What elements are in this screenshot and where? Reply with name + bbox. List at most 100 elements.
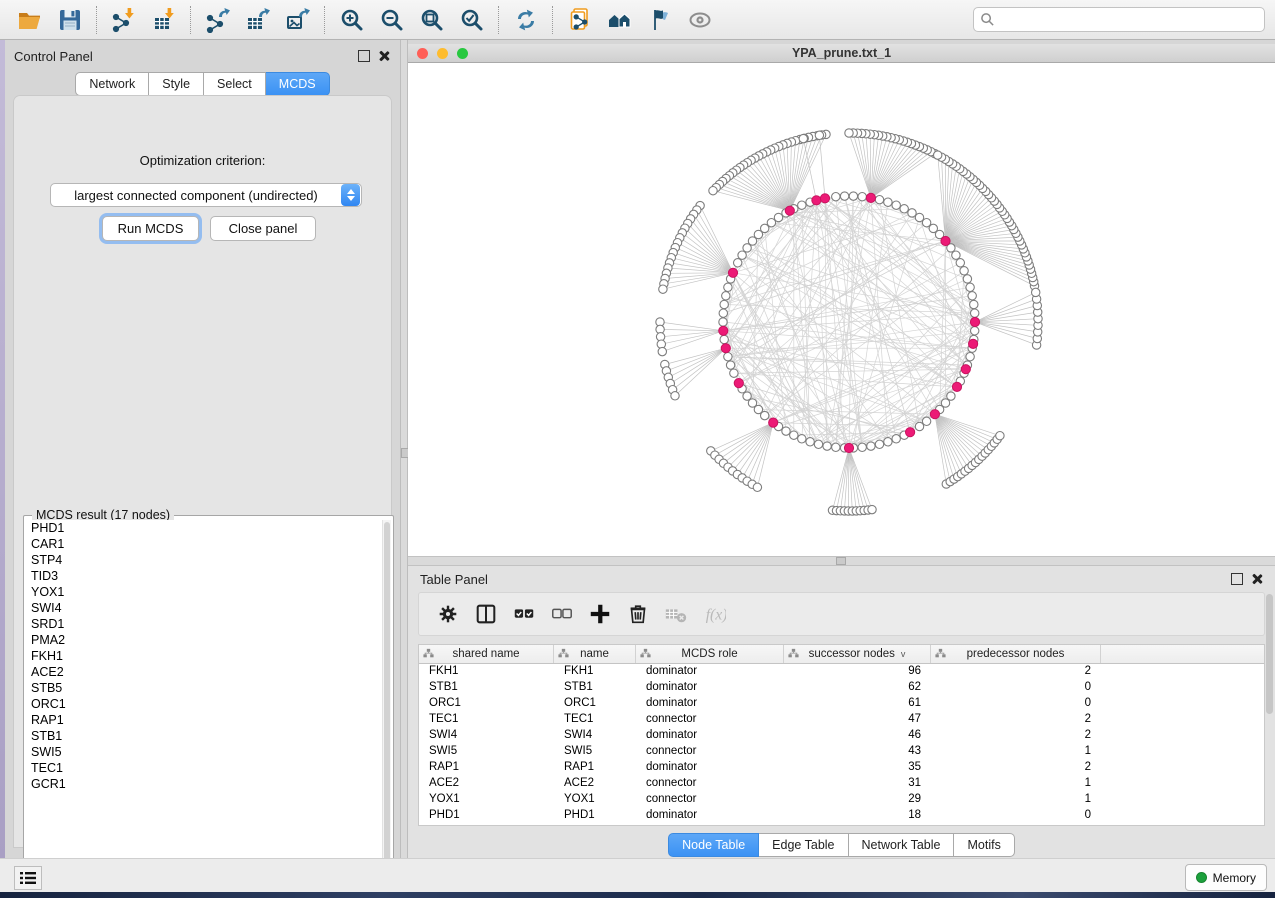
column-header-name[interactable]: name (554, 645, 636, 663)
cell-MCDS-role[interactable]: connector (636, 776, 784, 792)
mcds-result-item[interactable]: RAP1 (26, 712, 383, 728)
table-row[interactable]: ORC1ORC1dominator610 (419, 696, 1264, 712)
mcds-result-item[interactable]: ORC1 (26, 696, 383, 712)
open-file-button[interactable] (10, 4, 50, 36)
table-row[interactable]: STB1STB1dominator620 (419, 680, 1264, 696)
table-row[interactable]: TEC1TEC1connector472 (419, 712, 1264, 728)
mcds-result-item[interactable]: STB1 (26, 728, 383, 744)
cell-successor-nodes[interactable]: 62 (784, 680, 931, 696)
search-input[interactable] (995, 12, 1258, 28)
network-canvas[interactable] (408, 63, 1275, 556)
mcds-result-item[interactable]: FKH1 (26, 648, 383, 664)
cell-successor-nodes[interactable]: 46 (784, 728, 931, 744)
cell-name[interactable]: SWI5 (554, 744, 636, 760)
cell-shared-name[interactable]: STB1 (419, 680, 554, 696)
cell-name[interactable]: ACE2 (554, 776, 636, 792)
cell-shared-name[interactable]: ACE2 (419, 776, 554, 792)
export-network-button[interactable] (198, 4, 238, 36)
mcds-result-item[interactable]: YOX1 (26, 584, 383, 600)
cell-successor-nodes[interactable]: 35 (784, 760, 931, 776)
close-panel-icon[interactable] (378, 50, 390, 62)
tab-network[interactable]: Network (75, 72, 149, 96)
trash-button[interactable] (621, 597, 655, 631)
select-all-button[interactable] (507, 597, 541, 631)
cell-predecessor-nodes[interactable]: 1 (931, 744, 1101, 760)
mcds-result-item[interactable]: ACE2 (26, 664, 383, 680)
splitter-knob[interactable] (836, 557, 846, 565)
cell-name[interactable]: FKH1 (554, 664, 636, 680)
cell-name[interactable]: TEC1 (554, 712, 636, 728)
cell-successor-nodes[interactable]: 31 (784, 776, 931, 792)
horizontal-splitter[interactable] (408, 556, 1275, 566)
window-close-button[interactable] (417, 48, 428, 59)
mcds-result-item[interactable]: STP4 (26, 552, 383, 568)
cell-MCDS-role[interactable]: connector (636, 792, 784, 808)
cell-predecessor-nodes[interactable]: 1 (931, 792, 1101, 808)
cell-shared-name[interactable]: SWI4 (419, 728, 554, 744)
cell-predecessor-nodes[interactable]: 0 (931, 680, 1101, 696)
mcds-result-item[interactable]: TEC1 (26, 760, 383, 776)
mcds-result-item[interactable]: SWI5 (26, 744, 383, 760)
window-minimize-button[interactable] (437, 48, 448, 59)
zoom-out-button[interactable] (372, 4, 412, 36)
import-table-button[interactable] (144, 4, 184, 36)
table-row[interactable]: PHD1PHD1dominator180 (419, 808, 1264, 824)
table-row[interactable]: FKH1FKH1dominator962 (419, 664, 1264, 680)
table-row[interactable]: RAP1RAP1dominator352 (419, 760, 1264, 776)
cell-MCDS-role[interactable]: dominator (636, 808, 784, 824)
tab-motifs[interactable]: Motifs (954, 833, 1014, 857)
cell-MCDS-role[interactable]: dominator (636, 760, 784, 776)
cell-name[interactable]: ORC1 (554, 696, 636, 712)
cell-predecessor-nodes[interactable]: 2 (931, 664, 1101, 680)
cell-successor-nodes[interactable]: 18 (784, 808, 931, 824)
tab-network-table[interactable]: Network Table (849, 833, 955, 857)
float-panel-icon[interactable] (1231, 573, 1243, 585)
save-session-button[interactable] (50, 4, 90, 36)
table-row[interactable]: SWI4SWI4dominator462 (419, 728, 1264, 744)
mcds-result-list[interactable]: PHD1CAR1STP4TID3YOX1SWI4SRD1PMA2FKH1ACE2… (26, 520, 383, 885)
cell-name[interactable]: PHD1 (554, 808, 636, 824)
export-image-button[interactable] (278, 4, 318, 36)
table-row[interactable]: ACE2ACE2connector311 (419, 776, 1264, 792)
cell-MCDS-role[interactable]: dominator (636, 680, 784, 696)
cell-shared-name[interactable]: YOX1 (419, 792, 554, 808)
cell-MCDS-role[interactable]: dominator (636, 728, 784, 744)
mcds-result-item[interactable]: PMA2 (26, 632, 383, 648)
cell-shared-name[interactable]: ORC1 (419, 696, 554, 712)
hide-details-button[interactable] (640, 4, 680, 36)
zoom-in-button[interactable] (332, 4, 372, 36)
network-graph[interactable] (408, 63, 1275, 556)
cell-shared-name[interactable]: FKH1 (419, 664, 554, 680)
refresh-button[interactable] (506, 4, 546, 36)
import-network-button[interactable] (104, 4, 144, 36)
cell-name[interactable]: RAP1 (554, 760, 636, 776)
vertical-splitter[interactable] (400, 40, 408, 858)
mcds-list-scrollbar[interactable] (382, 520, 391, 885)
cell-shared-name[interactable]: PHD1 (419, 808, 554, 824)
cell-predecessor-nodes[interactable]: 0 (931, 696, 1101, 712)
cell-name[interactable]: YOX1 (554, 792, 636, 808)
show-details-button[interactable] (680, 4, 720, 36)
cell-shared-name[interactable]: TEC1 (419, 712, 554, 728)
criterion-dropdown[interactable]: largest connected component (undirected) (50, 183, 362, 207)
cell-successor-nodes[interactable]: 96 (784, 664, 931, 680)
mcds-result-item[interactable]: PHD1 (26, 520, 383, 536)
column-header-successor-nodes[interactable]: successor nodesv (784, 645, 931, 663)
network-window-titlebar[interactable]: YPA_prune.txt_1 (408, 44, 1275, 63)
plus-button[interactable] (583, 597, 617, 631)
cell-MCDS-role[interactable]: dominator (636, 696, 784, 712)
tab-mcds[interactable]: MCDS (266, 72, 330, 96)
cell-shared-name[interactable]: SWI5 (419, 744, 554, 760)
column-header-MCDS-role[interactable]: MCDS role (636, 645, 784, 663)
column-header-predecessor-nodes[interactable]: predecessor nodes (931, 645, 1101, 663)
table-row[interactable]: SWI5SWI5connector431 (419, 744, 1264, 760)
zoom-selected-button[interactable] (452, 4, 492, 36)
gear-button[interactable] (431, 597, 465, 631)
cell-predecessor-nodes[interactable]: 2 (931, 760, 1101, 776)
cell-name[interactable]: STB1 (554, 680, 636, 696)
cell-MCDS-role[interactable]: connector (636, 744, 784, 760)
mcds-result-item[interactable]: SWI4 (26, 600, 383, 616)
column-header-shared-name[interactable]: shared name (419, 645, 554, 663)
run-mcds-button[interactable]: Run MCDS (102, 216, 199, 241)
close-panel-button[interactable]: Close panel (210, 216, 316, 241)
